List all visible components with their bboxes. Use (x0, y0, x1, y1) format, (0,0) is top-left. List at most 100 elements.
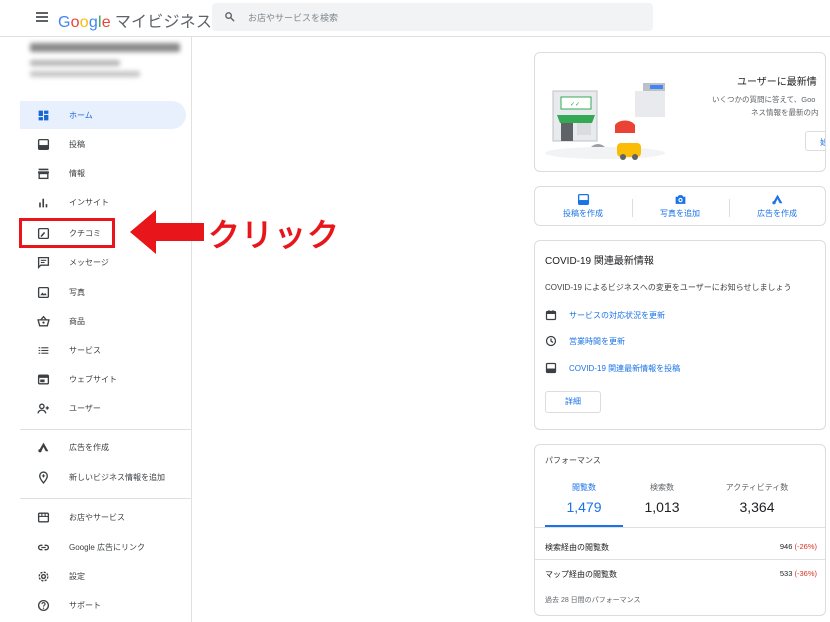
logo-google: Google (58, 14, 111, 31)
post-covid-update-link[interactable]: COVID-19 関連最新情報を投稿 (545, 360, 680, 376)
sidebar-item-label: インサイト (69, 197, 109, 207)
highlight-box (19, 218, 115, 248)
performance-row-value: 533 (-36%) (779, 569, 817, 578)
sidebar-item-label: 広告を作成 (69, 442, 109, 452)
business-name-blurred (30, 43, 190, 91)
link-icon (36, 540, 50, 554)
sidebar-divider (20, 498, 192, 499)
basket-icon (36, 314, 50, 328)
sidebar-item-label: お店やサービス (69, 512, 125, 522)
sidebar-item-storefront[interactable]: お店やサービス (20, 503, 186, 531)
covid-subtitle: COVID-19 によるビジネスへの変更をユーザーにお知らせしましょう (545, 283, 792, 292)
logo-letter: o (70, 14, 80, 31)
photo-icon (36, 285, 50, 299)
sidebar-item-settings[interactable]: 設定 (20, 562, 186, 590)
performance-row-label: 検索経由の閲覧数 (545, 543, 609, 552)
sidebar-item-services[interactable]: サービス (20, 336, 186, 364)
action-divider (729, 199, 730, 217)
update-service-link[interactable]: サービスの対応状況を更新 (545, 307, 665, 323)
metric-label: 検索数 (650, 483, 674, 492)
sidebar-item-posts[interactable]: 投稿 (20, 130, 186, 158)
menu-icon[interactable] (36, 12, 48, 22)
sidebar-item-label: サポート (69, 600, 101, 610)
post-icon (545, 362, 557, 374)
search-placeholder: お店やサービスを検索 (248, 13, 339, 23)
create-post-button[interactable]: 投稿を作成 (543, 193, 623, 219)
add-photo-button[interactable]: 写真を追加 (640, 193, 720, 219)
change-percent: (-36%) (794, 569, 817, 578)
storefront-icon (36, 510, 50, 524)
action-label: 広告を作成 (757, 209, 797, 218)
web-icon (36, 372, 50, 386)
annotation-label: クリック (208, 216, 341, 254)
selected-tab-indicator (545, 525, 623, 527)
insights-icon (36, 195, 50, 209)
ads-icon (36, 440, 50, 454)
storefront-illustration: ✓✓ (545, 83, 665, 160)
sidebar-item-home[interactable]: ホーム (20, 101, 186, 129)
sidebar-item-create-ad[interactable]: 広告を作成 (20, 433, 186, 461)
change-percent: (-26%) (794, 542, 817, 551)
help-icon (36, 598, 50, 612)
sidebar-item-users[interactable]: ユーザー (20, 394, 186, 422)
update-hours-link[interactable]: 営業時間を更新 (545, 333, 625, 349)
sidebar-item-link-ads[interactable]: Google 広告にリンク (20, 533, 186, 561)
posts-icon (36, 137, 50, 151)
performance-row: 検索経由の閲覧数 946 (-26%) (545, 542, 817, 558)
logo-product: マイビジネス (114, 14, 213, 31)
metric-tab-activities[interactable]: アクティビティ数 3,364 (717, 482, 797, 515)
search-icon (225, 12, 235, 22)
welcome-description: ネス情報を最新の内 (751, 108, 819, 117)
metric-tab-views[interactable]: 閲覧数 1,479 (544, 482, 624, 515)
details-button[interactable]: 詳細 (545, 391, 601, 413)
logo-letter: g (88, 14, 98, 31)
sidebar-item-website[interactable]: ウェブサイト (20, 365, 186, 393)
sidebar-item-label: 写真 (69, 287, 85, 297)
sidebar-item-label: Google 広告にリンク (69, 542, 146, 552)
sidebar-item-products[interactable]: 商品 (20, 307, 186, 335)
sidebar-item-label: メッセージ (69, 257, 109, 267)
quick-actions-card: 投稿を作成 写真を追加 広告を作成 (534, 186, 826, 226)
create-ad-button[interactable]: 広告を作成 (737, 193, 817, 219)
camera-icon (675, 195, 685, 204)
sidebar-item-label: ホーム (69, 110, 93, 120)
logo-letter: e (101, 14, 111, 31)
metric-tab-searches[interactable]: 検索数 1,013 (622, 482, 702, 515)
clock-icon (545, 335, 557, 347)
add-person-icon (36, 401, 50, 415)
post-icon (577, 193, 589, 206)
logo-letter: o (79, 14, 89, 31)
sidebar-item-label: 投稿 (69, 139, 85, 149)
store-icon (36, 166, 50, 180)
performance-footer: 過去 28 日間のパフォーマンス (545, 597, 641, 604)
sidebar-item-support[interactable]: サポート (20, 591, 186, 619)
top-app-bar: Google マイビジネス お店やサービスを検索 (0, 0, 830, 37)
add-location-icon (36, 470, 50, 484)
sidebar-item-label: ウェブサイト (69, 374, 117, 384)
left-arrow-icon (130, 210, 204, 254)
covid-update-card: COVID-19 関連最新情報 COVID-19 によるビジネスへの変更をユーザ… (534, 240, 826, 430)
logo-letter: G (58, 14, 71, 31)
action-label: 投稿を作成 (563, 209, 603, 218)
performance-row-label: マップ経由の閲覧数 (545, 570, 617, 579)
metric-value: 1,013 (644, 499, 680, 515)
covid-row-label: 営業時間を更新 (569, 336, 625, 346)
covid-row-label: COVID-19 関連最新情報を投稿 (569, 363, 681, 373)
sidebar-item-label: サービス (69, 345, 101, 355)
sidebar-item-label: ユーザー (69, 403, 101, 413)
performance-card: パフォーマンス 閲覧数 1,479 検索数 1,013 アクティビティ数 3,3… (534, 444, 826, 616)
app-logo[interactable]: Google マイビジネス (58, 8, 212, 32)
covid-row-label: サービスの対応状況を更新 (569, 310, 665, 320)
calendar-icon (545, 310, 557, 321)
sidebar-item-add-business[interactable]: 新しいビジネス情報を追加 (20, 463, 186, 491)
search-input[interactable]: お店やサービスを検索 (212, 3, 653, 31)
welcome-card: ✓✓ ユーザーに最新情 いくつかの質問に答えて、Goo ネス情報を最新の内 始 (534, 52, 826, 172)
action-label: 写真を追加 (660, 209, 700, 218)
sidebar-item-info[interactable]: 情報 (20, 159, 186, 187)
performance-title: パフォーマンス (545, 456, 601, 465)
start-button[interactable]: 始 (805, 131, 825, 151)
sidebar-item-label: 情報 (69, 168, 85, 178)
message-icon (36, 255, 50, 269)
sidebar-item-photos[interactable]: 写真 (20, 278, 186, 306)
settings-icon (36, 569, 50, 583)
